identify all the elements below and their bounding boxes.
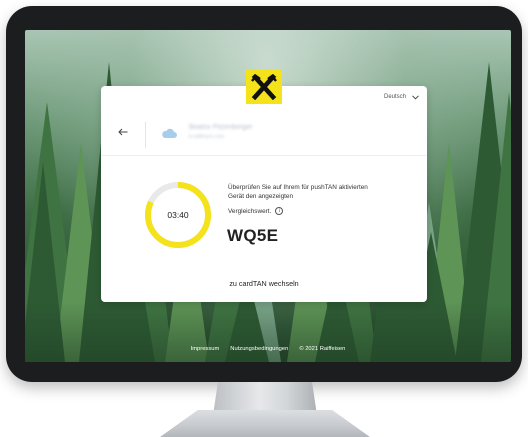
info-icon[interactable]: i: [275, 207, 284, 215]
comparison-code: WQ5E: [227, 226, 279, 245]
footer: Impressum Nutzungsbedingungen © 2021 Rai…: [25, 346, 511, 352]
footer-terms-link[interactable]: Nutzungsbedingungen: [230, 346, 288, 352]
footer-impressum-link[interactable]: Impressum: [191, 346, 220, 352]
language-label: Deutsch: [383, 94, 406, 100]
footer-copyright: © 2021 Raiffeisen: [299, 346, 346, 352]
compare-label-row: Vergleichswert. i: [228, 207, 284, 215]
user-name: Beatrix Pitzenberger: [189, 124, 253, 131]
compare-label: Vergleichswert.: [228, 207, 272, 215]
countdown-timer: 03:40: [143, 180, 213, 250]
cloud-avatar-icon: [162, 128, 177, 138]
header-divider: [145, 122, 146, 148]
arrow-left-icon[interactable]: [118, 128, 128, 136]
pushtan-instruction: Überprüfen Sie auf Ihrem für pushTAN akt…: [228, 184, 368, 200]
language-selector[interactable]: Deutsch: [384, 94, 419, 100]
user-subtitle: b.raiffeisen.com: [189, 134, 225, 140]
switch-to-cardtan-link[interactable]: zu cardTAN wechseln: [101, 279, 427, 288]
login-card: Deutsch Beatrix Pitzenberger b.raiffeise…: [101, 86, 427, 302]
chevron-down-icon: [412, 94, 419, 100]
raiffeisen-gable-cross-icon: [251, 74, 277, 100]
account-header: Beatrix Pitzenberger b.raiffeisen.com: [101, 114, 427, 156]
monitor-stand-base: [160, 410, 370, 437]
raiffeisen-logo: [246, 70, 282, 104]
monitor-stand-neck: [213, 382, 317, 412]
timer-value: 03:40: [167, 210, 189, 220]
